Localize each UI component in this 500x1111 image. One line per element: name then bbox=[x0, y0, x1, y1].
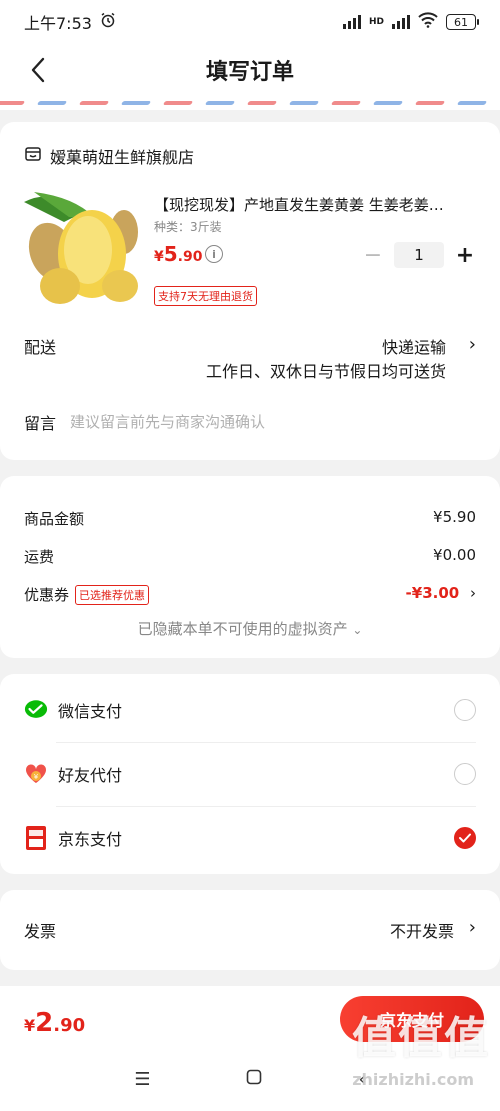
shipping-value: ¥0.00 bbox=[433, 546, 476, 564]
increase-button[interactable]: + bbox=[454, 242, 476, 268]
message-label: 留言 bbox=[24, 414, 57, 433]
goods-amount-value: ¥5.90 bbox=[433, 508, 476, 526]
chevron-right-icon: › bbox=[468, 917, 476, 938]
invoice-card[interactable]: 发票 不开发票 › bbox=[0, 890, 500, 970]
wechat-pay-icon bbox=[24, 698, 48, 722]
payment-label: 京东支付 bbox=[58, 830, 123, 849]
alarm-icon bbox=[100, 12, 116, 32]
chevron-left-icon bbox=[31, 57, 45, 83]
payment-radio[interactable] bbox=[454, 763, 476, 785]
store-row[interactable]: 嫒菓萌妞生鲜旗舰店 bbox=[24, 144, 194, 168]
chevron-right-icon: › bbox=[470, 584, 476, 602]
payment-label: 好友代付 bbox=[58, 766, 123, 785]
delivery-method[interactable]: 快递运输 bbox=[382, 334, 446, 358]
decrease-button[interactable]: − bbox=[362, 242, 384, 268]
home-icon[interactable] bbox=[246, 1069, 262, 1090]
payment-methods-card: 微信支付 ¥ 好友代付 京东支付 bbox=[0, 674, 500, 874]
friend-pay-icon: ¥ bbox=[24, 762, 48, 786]
coupon-value: -¥3.00 bbox=[405, 584, 460, 602]
return-policy-badge: 支持7天无理由退货 bbox=[154, 286, 257, 306]
message-input[interactable]: 建议留言前先与商家沟通确认 bbox=[70, 411, 265, 432]
page-title: 填写订单 bbox=[205, 60, 294, 85]
back-button[interactable] bbox=[22, 54, 54, 86]
total-integer: 2 bbox=[35, 1008, 54, 1038]
store-name: 嫒菓萌妞生鲜旗舰店 bbox=[50, 148, 195, 167]
battery-icon: 61 bbox=[446, 14, 479, 30]
hidden-assets-text: 已隐藏本单不可使用的虚拟资产 bbox=[137, 620, 348, 638]
watermark-logo: 值值值 bbox=[352, 1013, 490, 1064]
shipping-label: 运费 bbox=[24, 548, 55, 566]
hidden-assets-toggle[interactable]: 已隐藏本单不可使用的虚拟资产 ⌄ bbox=[0, 618, 500, 639]
status-bar: 上午7:53 HD 61 bbox=[0, 0, 500, 44]
coupon-row[interactable]: 优惠券 已选推荐优惠 -¥3.00 › bbox=[24, 584, 476, 605]
wifi-icon bbox=[418, 12, 438, 32]
watermark-url: zhizhizhi.com bbox=[352, 1070, 474, 1089]
address-stripe-decoration bbox=[0, 96, 500, 110]
chevron-right-icon[interactable]: › bbox=[469, 334, 476, 355]
coupon-label: 优惠券 bbox=[24, 586, 70, 604]
invoice-label: 发票 bbox=[24, 922, 57, 941]
total-decimal: .90 bbox=[53, 1015, 86, 1036]
total-symbol: ¥ bbox=[24, 1016, 36, 1035]
goods-amount-label: 商品金额 bbox=[24, 510, 85, 528]
order-item-card: 嫒菓萌妞生鲜旗舰店 【现挖现发】产地直发生姜黄姜 生姜老姜… 种类：3斤装 ¥ … bbox=[0, 122, 500, 460]
menu-icon[interactable]: ☰ bbox=[134, 1069, 150, 1090]
svg-text:¥: ¥ bbox=[34, 773, 39, 781]
price-integer: 5 bbox=[163, 242, 178, 266]
signal-icon bbox=[342, 15, 361, 29]
network-hd-label: HD bbox=[368, 17, 384, 27]
coupon-tag: 已选推荐优惠 bbox=[75, 584, 150, 605]
payment-radio[interactable] bbox=[454, 699, 476, 721]
payment-option-jd[interactable]: 京东支付 bbox=[24, 806, 476, 870]
goods-amount-row: 商品金额 ¥5.90 bbox=[24, 508, 476, 529]
invoice-value: 不开发票 bbox=[389, 922, 454, 941]
price-symbol: ¥ bbox=[154, 249, 164, 265]
delivery-label: 配送 bbox=[24, 338, 57, 357]
status-time: 上午7:53 bbox=[24, 14, 92, 33]
payment-option-wechat[interactable]: 微信支付 bbox=[24, 678, 476, 742]
info-icon[interactable]: i bbox=[205, 245, 223, 263]
price-decimal: .90 bbox=[177, 249, 203, 265]
jd-pay-icon bbox=[24, 826, 48, 850]
payment-radio-selected[interactable] bbox=[454, 827, 476, 849]
product-image[interactable] bbox=[24, 192, 140, 308]
store-icon bbox=[24, 145, 42, 167]
product-title[interactable]: 【现挖现发】产地直发生姜黄姜 生姜老姜… bbox=[154, 194, 474, 215]
nav-bar: 填写订单 bbox=[0, 44, 500, 96]
total-price: ¥ 2 .90 bbox=[24, 1008, 85, 1038]
price-summary-card: 商品金额 ¥5.90 运费 ¥0.00 优惠券 已选推荐优惠 -¥3.00 › … bbox=[0, 476, 500, 658]
product-price: ¥ 5 .90 bbox=[154, 242, 202, 266]
product-spec: 种类：3斤装 bbox=[154, 220, 222, 234]
check-icon bbox=[459, 833, 471, 843]
payment-option-friend[interactable]: ¥ 好友代付 bbox=[24, 742, 476, 806]
delivery-note: 工作日、双休日与节假日均可送货 bbox=[205, 362, 446, 381]
quantity-field[interactable]: 1 bbox=[394, 242, 444, 268]
payment-label: 微信支付 bbox=[58, 702, 123, 721]
quantity-stepper: − 1 + bbox=[362, 242, 476, 268]
shipping-row: 运费 ¥0.00 bbox=[24, 546, 476, 567]
chevron-down-icon: ⌄ bbox=[352, 623, 363, 637]
signal-icon-2 bbox=[392, 15, 410, 29]
